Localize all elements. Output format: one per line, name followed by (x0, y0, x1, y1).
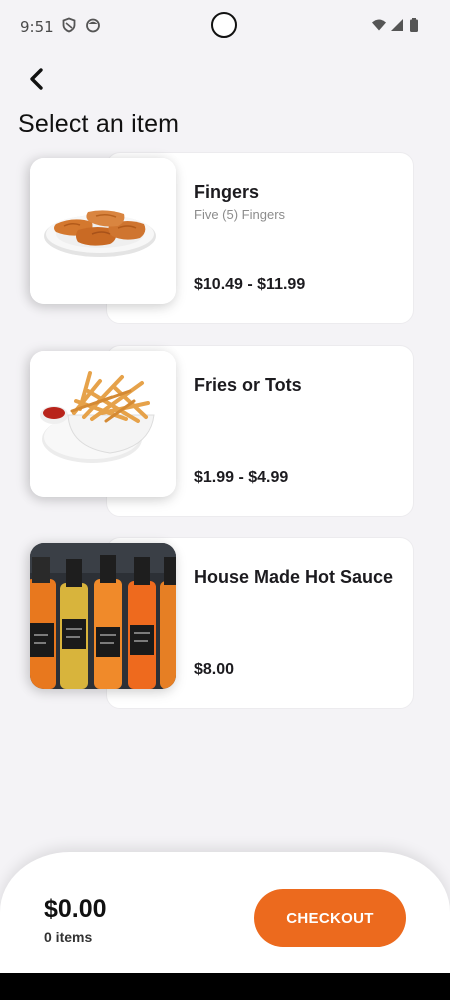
item-name: Fries or Tots (194, 375, 302, 395)
menu-item-fries-or-tots[interactable]: Fries or Tots $1.99 - $4.99 (30, 345, 414, 519)
menu-item-fingers[interactable]: Fingers Five (5) Fingers $10.49 - $11.99 (30, 152, 414, 326)
system-navigation-bar (0, 973, 450, 1000)
status-time: 9:51 (20, 18, 54, 36)
item-name: Fingers (194, 182, 260, 202)
item-price: $1.99 - $4.99 (194, 469, 289, 486)
camera-cutout (211, 12, 237, 38)
item-price: $8.00 (194, 661, 235, 678)
fries-bowl-photo (30, 351, 176, 497)
shield-icon (62, 17, 76, 33)
checkout-button[interactable]: CHECKOUT (254, 889, 406, 947)
menu-item-house-made-hot-sauce[interactable]: House Made Hot Sauce $8.00 (30, 537, 414, 711)
battery-icon (410, 18, 418, 32)
item-price: $10.49 - $11.99 (194, 276, 306, 293)
cell-signal-icon (391, 19, 403, 31)
hot-sauce-bottles-photo (30, 543, 176, 689)
back-button[interactable] (22, 64, 52, 94)
status-bar: 9:51 (0, 0, 450, 52)
cart-total: $0.00 (44, 895, 107, 923)
wifi-icon (372, 19, 386, 31)
chevron-left-icon (30, 68, 43, 90)
item-name: House Made Hot Sauce (194, 567, 394, 587)
chicken-fingers-photo (30, 158, 176, 304)
item-description: Five (5) Fingers (194, 207, 286, 222)
page-title: Select an item (18, 110, 180, 138)
app-notification-icon (86, 18, 100, 33)
cart-item-count: 0 items (44, 929, 93, 945)
